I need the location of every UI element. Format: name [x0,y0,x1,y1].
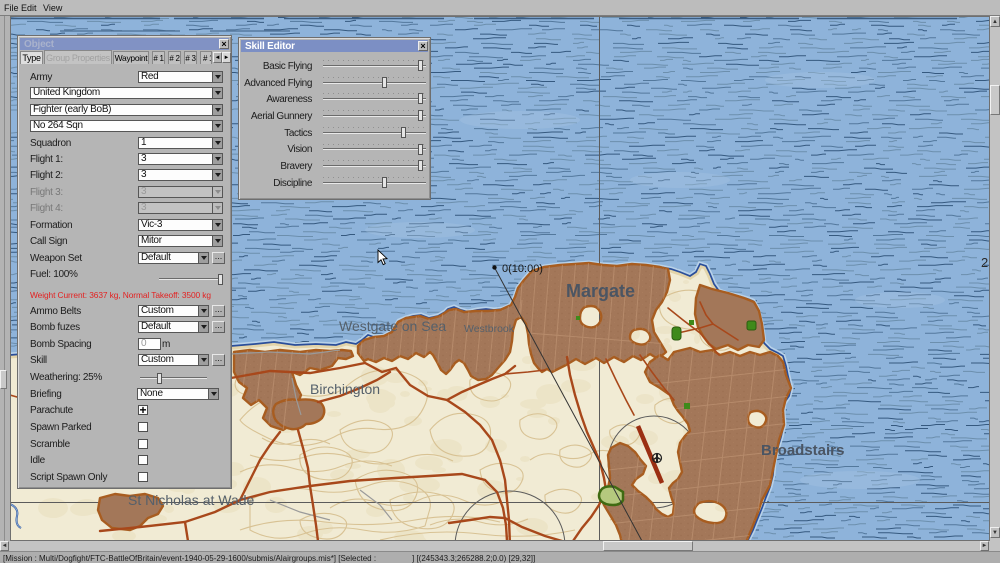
svg-text:0(10:00): 0(10:00) [502,263,543,275]
svg-text:Margate: Margate [566,281,635,301]
svg-text:2: 2 [981,255,988,270]
svg-text:Westgate on Sea: Westgate on Sea [339,318,446,334]
svg-text:Broadstairs: Broadstairs [761,442,844,459]
svg-text:St Nicholas at Wade: St Nicholas at Wade [128,492,255,508]
svg-text:Birchington: Birchington [310,381,380,397]
svg-text:Westbrook: Westbrook [464,323,515,335]
